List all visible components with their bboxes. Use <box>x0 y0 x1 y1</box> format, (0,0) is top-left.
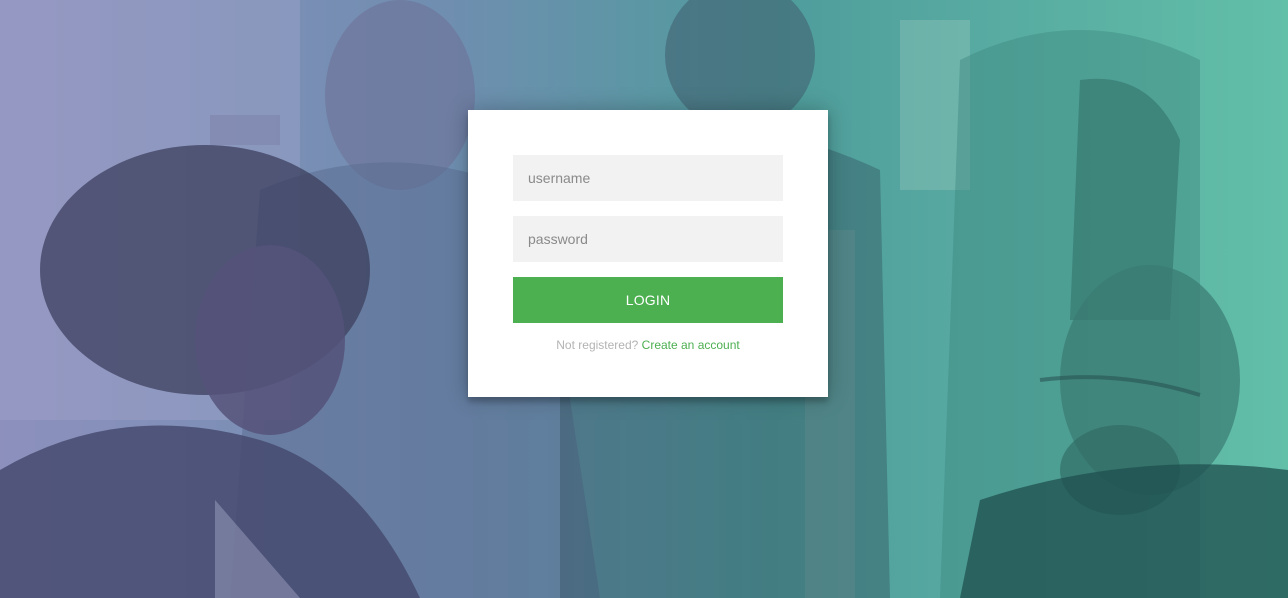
register-prompt: Not registered? <box>556 338 639 352</box>
username-input[interactable] <box>513 155 783 201</box>
login-card: LOGIN Not registered? Create an account <box>468 110 828 397</box>
register-message: Not registered? Create an account <box>468 338 828 352</box>
password-input[interactable] <box>513 216 783 262</box>
login-button[interactable]: LOGIN <box>513 277 783 323</box>
create-account-link[interactable]: Create an account <box>642 338 740 352</box>
